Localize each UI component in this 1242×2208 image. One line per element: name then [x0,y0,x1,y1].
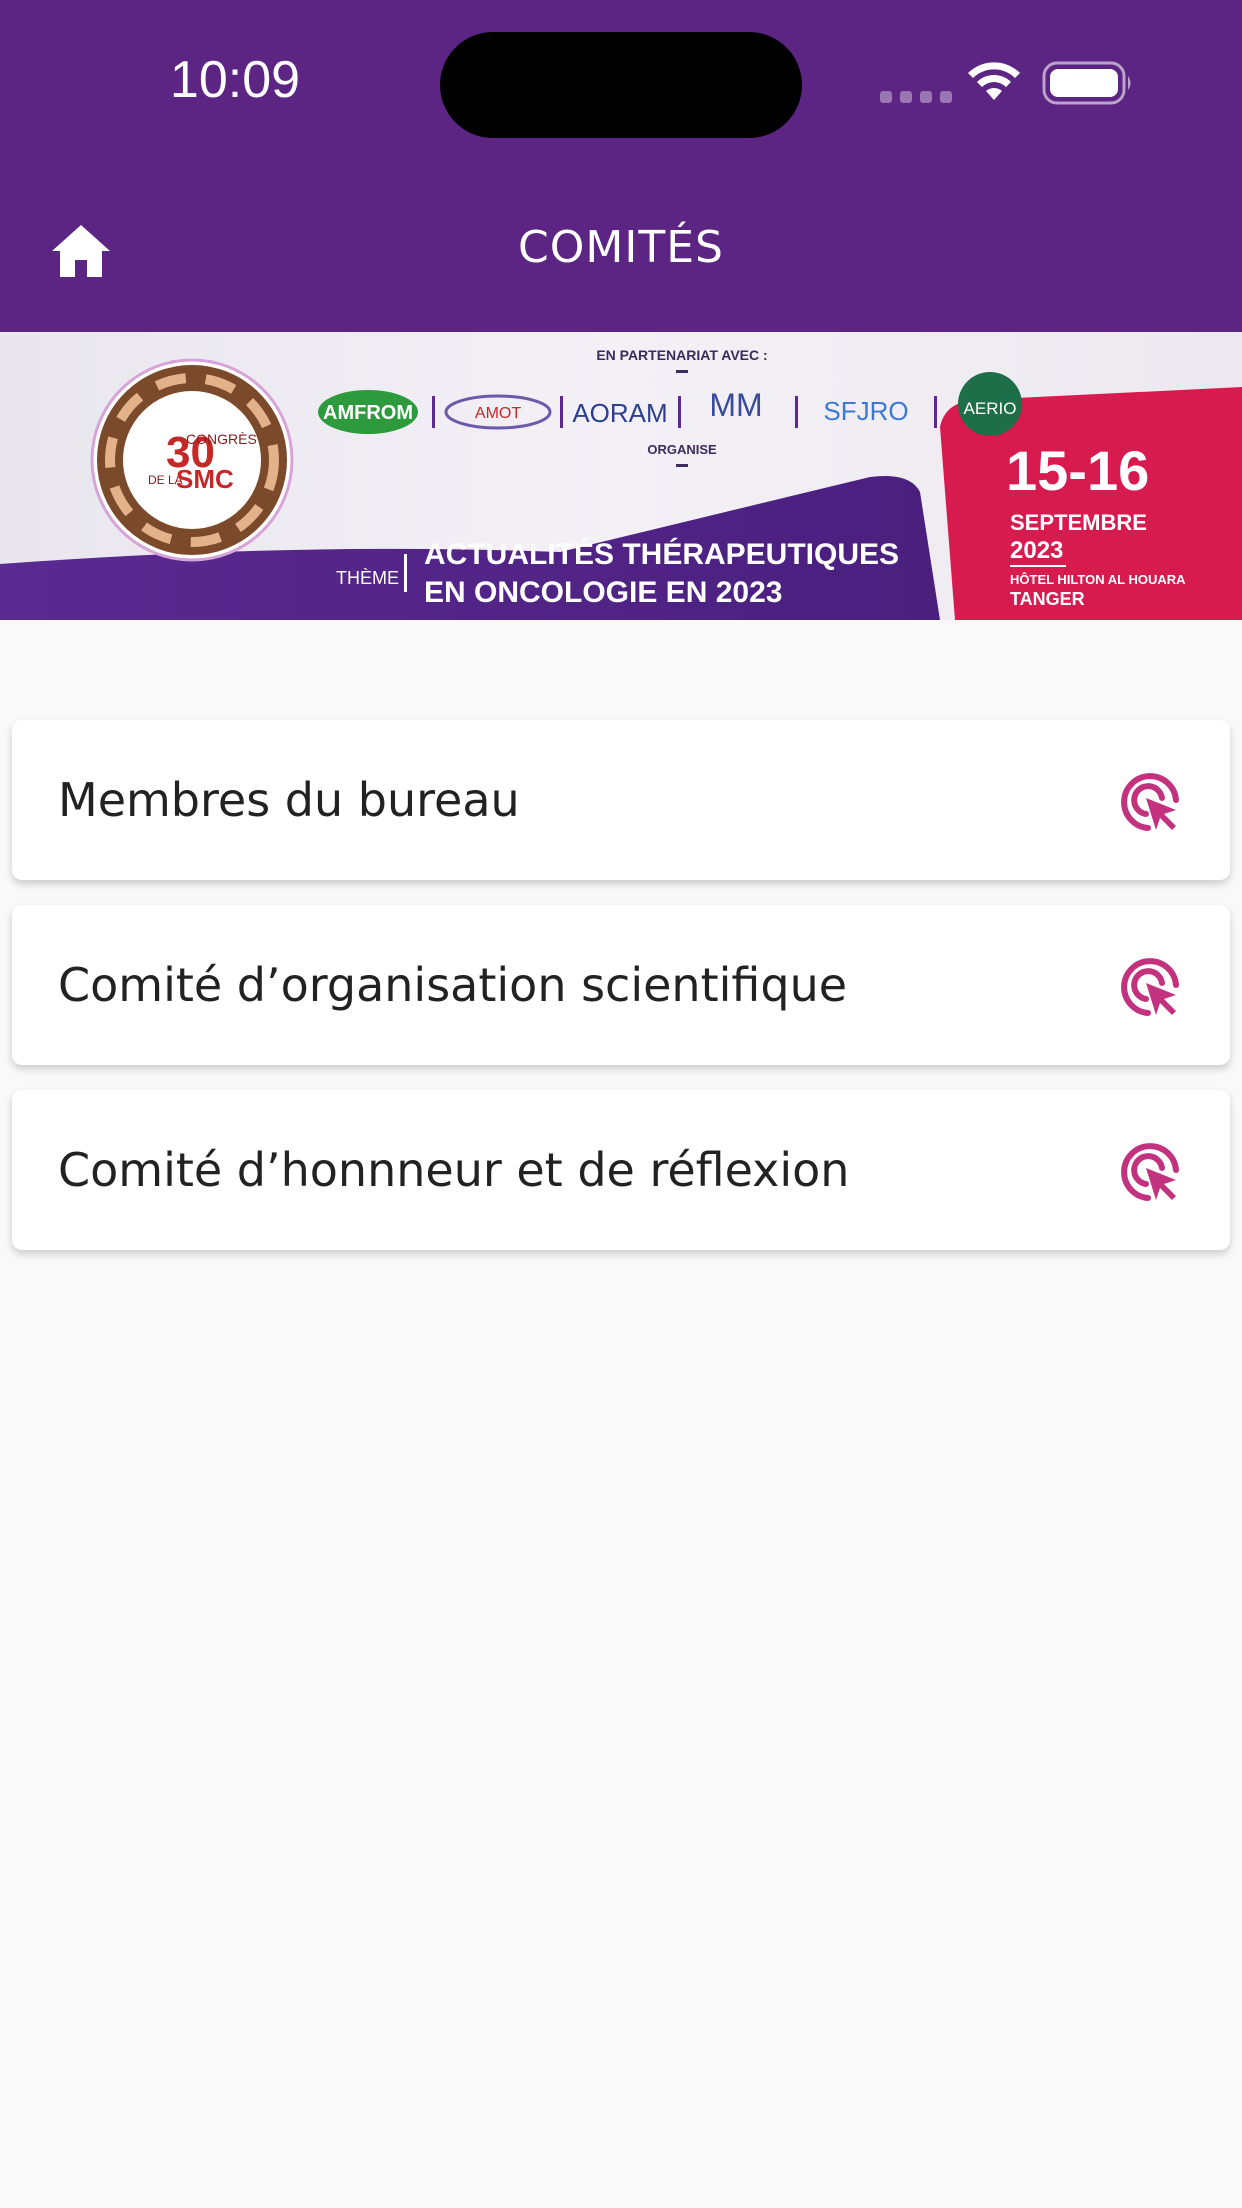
svg-text:AERIO: AERIO [964,399,1017,418]
svg-text:AMOT: AMOT [475,405,521,422]
page-title: COMITÉS [518,222,724,273]
battery-icon [1042,61,1131,105]
dynamic-island [440,32,802,138]
list-item-label: Comité d’honnneur et de réflexion [58,1143,850,1197]
list-item-label: Membres du bureau [58,773,520,827]
city: TANGER [1010,589,1085,609]
organise-label: ORGANISE [647,442,717,457]
wifi-icon [968,62,1020,100]
theme-line1: ACTUALITÉS THÉRAPEUTIQUES [424,537,899,571]
status-time: 10:09 [169,51,301,109]
date-year: 2023 [1010,537,1063,564]
pointer-click-icon [1121,773,1179,831]
venue: HÔTEL HILTON AL HOUARA [1010,572,1186,587]
signal-icon [880,91,952,103]
pointer-click-icon [1121,1143,1179,1201]
list-item-membres-du-bureau[interactable]: Membres du bureau [12,720,1230,880]
pointer-click-icon [1121,958,1179,1016]
list-item-comite-honneur-reflexion[interactable]: Comité d’honnneur et de réflexion [12,1090,1230,1250]
logo-smc: SMC [176,464,234,494]
logo-congres: CONGRÈS [186,431,257,447]
svg-text:MM: MM [709,387,762,423]
svg-text:AORAM: AORAM [572,398,667,428]
list-item-comite-organisation-scientifique[interactable]: Comité d’organisation scientifique [12,905,1230,1065]
event-banner: 30 CONGRÈS DE LA SMC EN PARTENARIAT AVEC… [0,332,1242,620]
theme-line2: EN ONCOLOGIE EN 2023 [424,576,782,609]
date-month: SEPTEMBRE [1010,510,1147,535]
theme-label: THÈME [336,568,399,588]
svg-text:AMFROM: AMFROM [323,402,413,424]
svg-text:SFJRO: SFJRO [823,396,908,426]
list-item-label: Comité d’organisation scientifique [58,958,848,1012]
app-header: 10:09 COMITÉS [0,0,1242,332]
partner-heading: EN PARTENARIAT AVEC : [596,347,767,363]
date-days: 15-16 [1006,439,1149,502]
congress-logo: 30 CONGRÈS DE LA SMC [90,358,294,562]
committee-list: Membres du bureau Comité d’organisation … [12,720,1230,1275]
